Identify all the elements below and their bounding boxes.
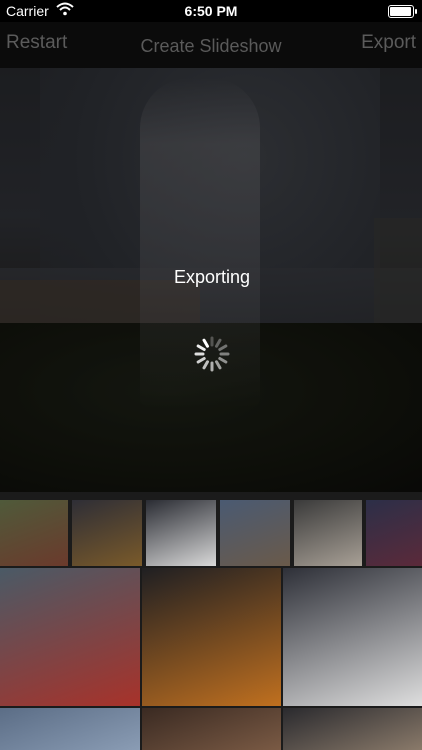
exporting-label: Exporting xyxy=(173,267,251,287)
thumbnail-image xyxy=(283,708,422,750)
thumb-man-with-kids[interactable] xyxy=(294,500,362,566)
thumbnail-image xyxy=(142,568,281,706)
spinner-ray xyxy=(215,360,222,370)
thumb-doctor-coat[interactable] xyxy=(146,500,216,566)
thumb-doctor-large[interactable] xyxy=(283,568,422,706)
thumb-sunset-large[interactable] xyxy=(142,568,281,706)
slideshow-preview: Exporting xyxy=(0,68,422,492)
page-title: Create Slideshow xyxy=(140,36,282,56)
navigation-bar: Restart Create Slideshow Export xyxy=(0,22,422,68)
thumbnail-image xyxy=(0,568,140,706)
thumbnail-grid xyxy=(0,492,422,750)
clock: 6:50 PM xyxy=(184,3,238,19)
thumbnail-image xyxy=(283,568,422,706)
spinner-ray xyxy=(202,360,210,370)
thumb-row3-a[interactable] xyxy=(0,708,140,750)
thumb-coastal-town[interactable] xyxy=(220,500,290,566)
battery-fill xyxy=(390,7,411,16)
spinner-ray xyxy=(196,344,206,351)
thumbnail-image xyxy=(142,708,281,750)
battery-icon xyxy=(388,5,417,18)
export-button[interactable]: Export xyxy=(361,32,416,54)
spinner-ray xyxy=(196,357,206,364)
thumb-row3-b[interactable] xyxy=(142,708,281,750)
export-progress-hud: Exporting xyxy=(122,240,302,390)
activity-spinner-icon xyxy=(194,336,230,372)
thumb-group-photo[interactable] xyxy=(366,500,422,566)
thumbnail-image xyxy=(72,500,142,566)
thumb-row3-c[interactable] xyxy=(283,708,422,750)
thumbnail-image xyxy=(0,708,140,750)
spinner-ray xyxy=(215,338,222,348)
thumbnail-image xyxy=(146,500,216,566)
thumb-man-on-balcony[interactable] xyxy=(0,500,68,566)
thumbnail-image xyxy=(0,500,68,566)
thumbnail-image xyxy=(294,500,362,566)
spinner-ray xyxy=(218,357,228,364)
spinner-ray xyxy=(202,338,209,348)
thumbnail-image xyxy=(366,500,422,566)
thumb-sunset-sea[interactable] xyxy=(72,500,142,566)
thumbnail-image xyxy=(220,500,290,566)
spinner-ray xyxy=(218,344,228,351)
status-bar: Carrier 6:50 PM xyxy=(0,0,422,22)
thumb-man-red-shirt-large[interactable] xyxy=(0,568,140,706)
